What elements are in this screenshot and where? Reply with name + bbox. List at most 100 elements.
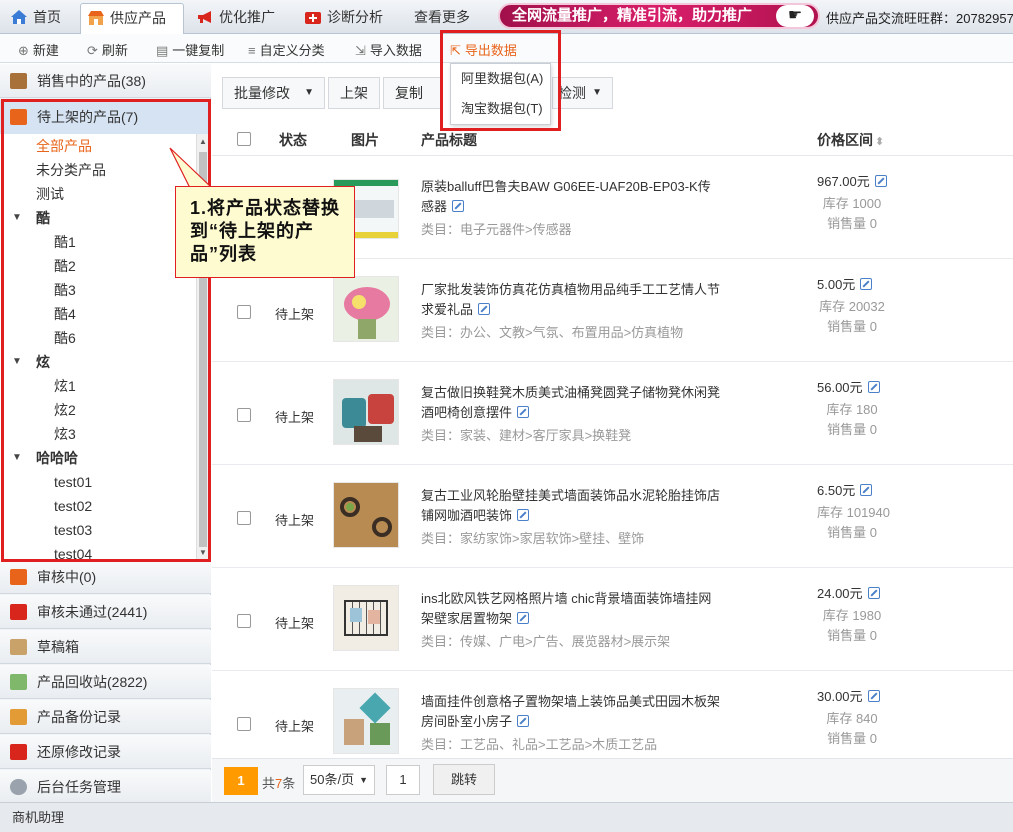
backup-label: 产品备份记录 [37, 709, 121, 725]
edit-icon[interactable] [860, 484, 873, 496]
refresh-icon: ⟳ [87, 43, 98, 58]
sidebar-item-rejected[interactable]: 审核未通过(2441) [0, 595, 211, 629]
new-button-label: 新建 [32, 43, 59, 58]
refresh-button[interactable]: ⟳ 刷新 [87, 40, 128, 59]
header-price-label: 价格区间 [817, 132, 873, 148]
price-text: 56.00元 [817, 380, 863, 395]
product-sales: 销售量 0 [827, 216, 877, 231]
restore-icon [10, 744, 27, 760]
header-image: 图片 [351, 132, 379, 148]
edit-icon[interactable] [478, 303, 491, 315]
caret-down-icon: ▼ [359, 775, 368, 785]
pointing-hand-icon: ☛ [776, 5, 814, 27]
product-image[interactable] [333, 276, 399, 342]
sidebar-item-tasks[interactable]: 后台任务管理 [0, 770, 211, 804]
edit-icon[interactable] [517, 715, 530, 727]
group-info-text: 供应产品交流旺旺群：20782957 [826, 11, 1013, 26]
table-row[interactable]: 待上架 复古工业风轮胎壁挂美式墙面装饰品水泥轮胎挂饰店铺网咖酒吧装饰 类目：家纺… [212, 466, 1013, 568]
sidebar-item-backup[interactable]: 产品备份记录 [0, 700, 211, 734]
product-image[interactable] [333, 482, 399, 548]
sidebar-item-recycle[interactable]: 产品回收站(2822) [0, 665, 211, 699]
price-text: 30.00元 [817, 689, 863, 704]
shelf-button[interactable]: 上架 [328, 77, 380, 109]
product-title[interactable]: 墙面挂件创意格子置物架墙上装饰品美式田园木板架房间卧室小房子 [421, 692, 721, 732]
custom-category-button[interactable]: ≡ 自定义分类 [248, 40, 325, 59]
edit-icon[interactable] [452, 200, 465, 212]
page-number-input[interactable]: 1 [386, 765, 420, 795]
jump-button[interactable]: 跳转 [433, 764, 495, 795]
product-title-text: 墙面挂件创意格子置物架墙上装饰品美式田园木板架房间卧室小房子 [421, 694, 721, 729]
sidebar-item-on-sale[interactable]: 销售中的产品(38) [0, 64, 211, 98]
product-title[interactable]: 复古工业风轮胎壁挂美式墙面装饰品水泥轮胎挂饰店铺网咖酒吧装饰 [421, 486, 721, 526]
copy-button[interactable]: 复制 [383, 77, 443, 109]
edit-icon[interactable] [867, 690, 880, 702]
header-price[interactable]: 价格区间 ⬍ [817, 124, 884, 158]
list-icon: ≡ [248, 43, 256, 58]
select-all-checkbox[interactable] [237, 132, 251, 146]
batch-edit-button[interactable]: 批量修改 ▼ [222, 77, 325, 109]
edit-icon[interactable] [867, 587, 880, 599]
product-category: 类目：传媒、广电>广告、展览器材>展示架 [421, 634, 671, 649]
clock-icon [10, 569, 27, 585]
tab-supply-products[interactable]: 供应产品 [80, 3, 184, 35]
product-image[interactable] [333, 585, 399, 651]
product-sales: 销售量 0 [827, 731, 877, 746]
detect-button[interactable]: 检测 ▼ [552, 77, 613, 109]
import-data-button[interactable]: ⇲ 导入数据 [355, 40, 422, 59]
row-checkbox[interactable] [237, 305, 251, 319]
product-status: 待上架 [275, 307, 315, 322]
table-row[interactable]: 待上架 ins北欧风铁艺网格照片墙 chic背景墙面装饰墙挂网架壁家居置物架 类… [212, 569, 1013, 671]
product-price: 56.00元 [817, 377, 880, 396]
product-title[interactable]: 原装balluff巴鲁夫BAW G06EE-UAF20B-EP03-K传感器 [421, 177, 721, 217]
header-status: 状态 [279, 132, 307, 148]
new-button[interactable]: ⊕ 新建 [18, 40, 59, 59]
edit-icon[interactable] [860, 278, 873, 290]
edit-icon[interactable] [867, 381, 880, 393]
product-status: 待上架 [275, 410, 315, 425]
product-category: 类目：家纺家饰>家居软饰>壁挂、壁饰 [421, 531, 645, 546]
tab-home[interactable]: 首页 [4, 3, 74, 34]
tab-diagnose[interactable]: 诊断分析 [298, 3, 398, 34]
one-click-copy-button[interactable]: ▤ 一键复制 [156, 40, 224, 59]
product-category: 类目：家装、建材>客厅家具>换鞋凳 [421, 428, 632, 443]
product-image[interactable] [333, 379, 399, 445]
drafts-label: 草稿箱 [37, 639, 79, 655]
plus-icon: ⊕ [18, 43, 29, 58]
sidebar-item-reviewing[interactable]: 审核中(0) [0, 560, 211, 594]
row-checkbox[interactable] [237, 717, 251, 731]
product-sales: 销售量 0 [827, 319, 877, 334]
sidebar-item-restore[interactable]: 还原修改记录 [0, 735, 211, 769]
row-checkbox[interactable] [237, 614, 251, 628]
edit-icon[interactable] [517, 612, 530, 624]
promo-banner[interactable]: 全网流量推广，精准引流，助力推广 ☛ [498, 3, 820, 29]
product-title-text: 复古做旧换鞋凳木质美式油桶凳圆凳子储物凳休闲凳酒吧椅创意摆件 [421, 385, 721, 420]
product-image[interactable] [333, 688, 399, 754]
product-title[interactable]: ins北欧风铁艺网格照片墙 chic背景墙面装饰墙挂网架壁家居置物架 [421, 589, 721, 629]
edit-icon[interactable] [874, 175, 887, 187]
edit-icon[interactable] [517, 406, 530, 418]
product-category: 类目：电子元器件>传感器 [421, 222, 572, 237]
product-stock: 库存 1000 [822, 196, 882, 211]
tab-optimize-promote-label: 优化推广 [219, 9, 275, 25]
current-page-button[interactable]: 1 [224, 767, 258, 795]
table-row[interactable]: 待上架 复古做旧换鞋凳木质美式油桶凳圆凳子储物凳休闲凳酒吧椅创意摆件 类目：家装… [212, 363, 1013, 465]
megaphone-icon [198, 11, 211, 23]
custom-category-label: 自定义分类 [259, 43, 325, 58]
table-row[interactable]: 待上架 墙面挂件创意格子置物架墙上装饰品美式田园木板架房间卧室小房子 类目：工艺… [212, 672, 1013, 758]
product-sales: 销售量 0 [827, 422, 877, 437]
product-title[interactable]: 复古做旧换鞋凳木质美式油桶凳圆凳子储物凳休闲凳酒吧椅创意摆件 [421, 383, 721, 423]
pagination: 1 共7条 50条/页 ▼ 1 跳转 [212, 758, 1013, 802]
row-checkbox[interactable] [237, 408, 251, 422]
per-page-select[interactable]: 50条/页 ▼ [303, 765, 375, 795]
per-page-value: 50条/页 [310, 772, 355, 787]
row-checkbox[interactable] [237, 511, 251, 525]
sort-icon[interactable]: ⬍ [875, 136, 884, 148]
total-prefix: 共 [262, 776, 276, 791]
recycle-icon [10, 674, 27, 690]
tab-optimize-promote[interactable]: 优化推广 [190, 3, 290, 34]
product-title[interactable]: 厂家批发装饰仿真花仿真植物用品纯手工工艺情人节求爱礼品 [421, 280, 721, 320]
product-price: 30.00元 [817, 686, 880, 705]
sidebar-item-drafts[interactable]: 草稿箱 [0, 630, 211, 664]
product-stock: 库存 180 [826, 402, 878, 417]
edit-icon[interactable] [517, 509, 530, 521]
